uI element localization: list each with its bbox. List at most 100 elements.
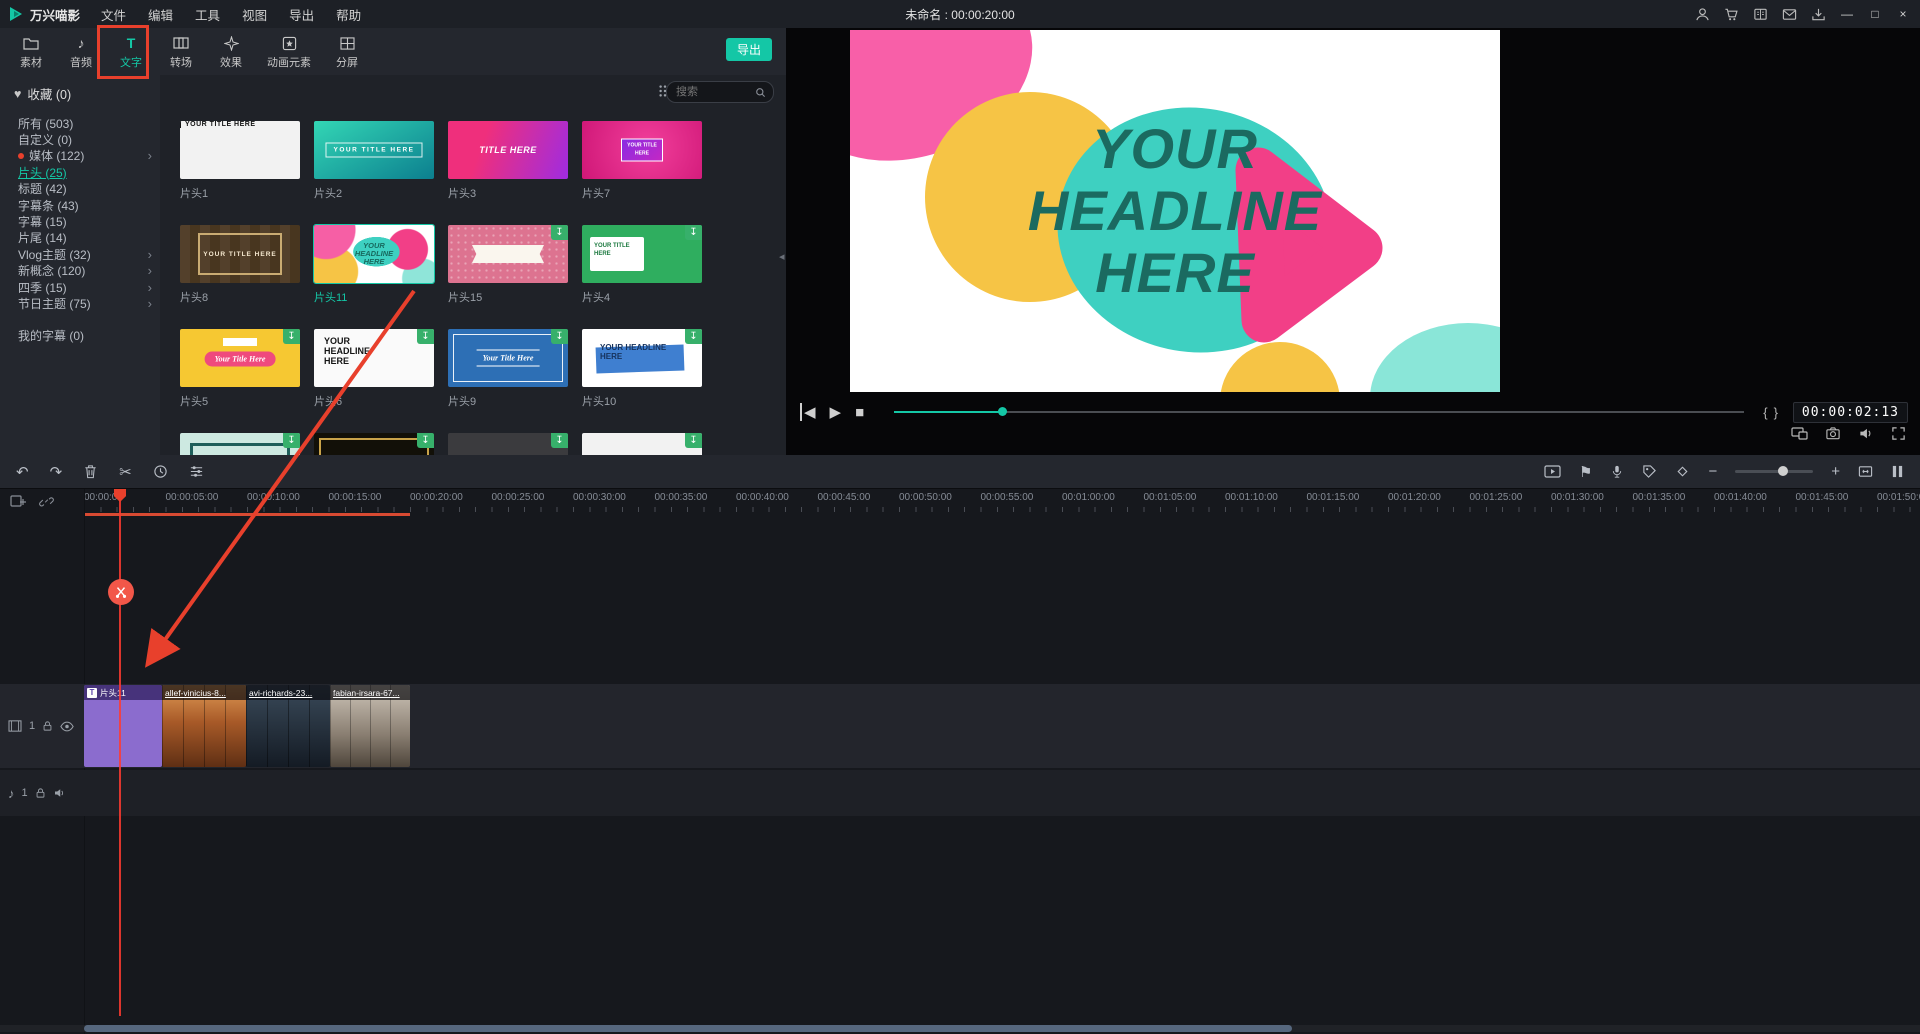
template-thumbnail[interactable]: TITLE HERE bbox=[448, 121, 568, 179]
split-cursor-icon[interactable] bbox=[108, 579, 134, 605]
search-box[interactable] bbox=[666, 81, 774, 103]
timeline-zoom-slider[interactable] bbox=[1735, 470, 1813, 473]
track-manager-icon[interactable] bbox=[1891, 464, 1904, 479]
timeline-scrollbar[interactable] bbox=[84, 1025, 1292, 1032]
undo-button[interactable]: ↶ bbox=[16, 463, 29, 481]
download-icon[interactable]: ↧ bbox=[417, 329, 434, 344]
template-thumbnail[interactable]: YOUR TITLE HERE bbox=[180, 225, 300, 283]
template-item[interactable]: TITLE HERE 片头3 bbox=[448, 121, 568, 201]
mark-out-icon[interactable]: } bbox=[1774, 405, 1778, 420]
template-thumbnail[interactable]: YOUR TITLE HERE ↧ bbox=[582, 225, 702, 283]
render-preview-icon[interactable] bbox=[1544, 464, 1561, 479]
template-thumbnail[interactable]: ↧ bbox=[180, 433, 300, 455]
voiceover-mic-icon[interactable] bbox=[1610, 464, 1624, 479]
template-thumbnail[interactable]: ↧ bbox=[314, 433, 434, 455]
template-item[interactable]: YOUR TITLE HERE 片头2 bbox=[314, 121, 434, 201]
template-thumbnail[interactable]: YOUR HEADLINE HERE bbox=[314, 225, 434, 283]
export-button[interactable]: 导出 bbox=[726, 38, 772, 61]
tab-elements[interactable]: 动画元素 bbox=[256, 33, 322, 70]
zoom-out-button[interactable]: − bbox=[1708, 463, 1717, 480]
tab-audio[interactable]: ♪ 音频 bbox=[56, 33, 106, 70]
tab-media[interactable]: 素材 bbox=[6, 33, 56, 70]
preview-scrubber[interactable] bbox=[894, 411, 1744, 413]
template-item[interactable]: YOUR TITLE HERE 片头8 bbox=[180, 225, 300, 305]
template-item[interactable]: YOUR TITLE HERE ↧ bbox=[448, 433, 568, 455]
mark-in-icon[interactable]: { bbox=[1763, 405, 1767, 420]
delete-trash-icon[interactable] bbox=[83, 464, 98, 479]
download-icon[interactable]: ↧ bbox=[685, 329, 702, 344]
sidebar-item[interactable]: 四季 (15) › bbox=[0, 279, 160, 295]
template-item[interactable]: ↧ bbox=[314, 433, 434, 455]
template-item[interactable]: ↧ bbox=[180, 433, 300, 455]
scrubber-handle[interactable] bbox=[998, 407, 1007, 416]
sidebar-item-favorites[interactable]: ♥ 收藏 (0) bbox=[0, 75, 160, 103]
sidebar-item[interactable]: 标题 (42) bbox=[0, 181, 160, 197]
fullscreen-icon[interactable] bbox=[1891, 426, 1906, 441]
download-icon[interactable]: ↧ bbox=[551, 329, 568, 344]
template-thumbnail[interactable]: Your Title Here ↧ bbox=[448, 329, 568, 387]
tutorial-book-icon[interactable] bbox=[1753, 7, 1768, 22]
menu-item[interactable]: 视图 bbox=[231, 5, 278, 24]
sidebar-item[interactable]: Vlog主题 (32) › bbox=[0, 246, 160, 262]
template-thumbnail[interactable]: YOUR HEADLINE HERE ↧ bbox=[582, 329, 702, 387]
display-switch-icon[interactable] bbox=[1791, 426, 1808, 441]
maximize-button[interactable]: □ bbox=[1868, 7, 1882, 21]
lock-icon[interactable] bbox=[35, 787, 46, 799]
template-item[interactable]: YOUR TITLE HERE 片头7 bbox=[582, 121, 702, 201]
marker-flag-icon[interactable]: ⚑ bbox=[1579, 463, 1592, 481]
zoom-in-button[interactable]: + bbox=[1831, 463, 1840, 480]
store-cart-icon[interactable] bbox=[1724, 7, 1739, 22]
close-button[interactable]: × bbox=[1896, 7, 1910, 21]
sidebar-item[interactable]: 片头 (25) bbox=[0, 164, 160, 180]
speaker-icon[interactable] bbox=[1858, 426, 1874, 441]
template-item[interactable]: ↧ 片头15 bbox=[448, 225, 568, 305]
mail-icon[interactable] bbox=[1782, 7, 1797, 22]
template-thumbnail[interactable]: YOUR TITLE ↧ bbox=[582, 433, 702, 455]
timeline-text-clip[interactable]: T 片头11 bbox=[84, 685, 162, 767]
tab-splitscreen[interactable]: 分屏 bbox=[322, 33, 372, 70]
sidebar-item[interactable]: 新概念 (120) › bbox=[0, 263, 160, 279]
sidebar-item[interactable]: 字幕条 (43) bbox=[0, 197, 160, 213]
add-to-track-icon[interactable] bbox=[10, 494, 26, 508]
template-thumbnail[interactable]: YOUR TITLE HERE bbox=[582, 121, 702, 179]
sidebar-item[interactable]: 自定义 (0) bbox=[0, 131, 160, 147]
sidebar-item[interactable]: 片尾 (14) bbox=[0, 230, 160, 246]
sidebar-item[interactable]: 媒体 (122) › bbox=[0, 148, 160, 164]
keyframe-icon[interactable] bbox=[1675, 464, 1690, 479]
template-thumbnail[interactable]: YOUR TITLE HERE bbox=[314, 121, 434, 179]
mute-speaker-icon[interactable] bbox=[53, 787, 66, 799]
user-account-icon[interactable] bbox=[1695, 7, 1710, 22]
download-icon[interactable]: ↧ bbox=[283, 329, 300, 344]
snapshot-camera-icon[interactable] bbox=[1825, 426, 1841, 441]
template-item[interactable]: YOUR HEADLINE HERE ↧ 片头10 bbox=[582, 329, 702, 409]
template-thumbnail[interactable]: YOUR TITLE HERE ↧ bbox=[448, 433, 568, 455]
lock-icon[interactable] bbox=[42, 720, 53, 732]
previous-frame-button[interactable]: ◀ bbox=[800, 403, 816, 421]
timeline-video-clip[interactable]: allef-vinicius-8... bbox=[162, 685, 246, 767]
play-button[interactable]: ▶ bbox=[830, 403, 842, 421]
download-icon[interactable]: ↧ bbox=[417, 433, 434, 448]
search-input[interactable] bbox=[674, 85, 751, 99]
download-icon[interactable]: ↧ bbox=[551, 225, 568, 240]
zoom-slider-handle[interactable] bbox=[1778, 466, 1788, 476]
playhead-line[interactable] bbox=[119, 489, 121, 1016]
template-item[interactable]: Your Title Here ↧ 片头9 bbox=[448, 329, 568, 409]
sidebar-item-my-subtitles[interactable]: 我的字幕 (0) bbox=[0, 327, 160, 344]
template-thumbnail[interactable]: Your Title Here ↧ bbox=[180, 329, 300, 387]
speed-clock-icon[interactable] bbox=[153, 464, 168, 479]
minimize-button[interactable]: — bbox=[1840, 7, 1854, 21]
redo-button[interactable]: ↷ bbox=[50, 463, 63, 481]
menu-item[interactable]: 工具 bbox=[184, 5, 231, 24]
download-icon[interactable]: ↧ bbox=[551, 433, 568, 448]
split-scissors-button[interactable]: ✂ bbox=[119, 463, 132, 481]
adjust-mixer-icon[interactable] bbox=[189, 464, 204, 479]
download-icon[interactable]: ↧ bbox=[685, 433, 702, 448]
template-item[interactable]: YOUR TITLE ↧ bbox=[582, 433, 702, 455]
link-clips-icon[interactable] bbox=[39, 494, 54, 508]
sidebar-item[interactable]: 节日主题 (75) › bbox=[0, 295, 160, 311]
menu-item[interactable]: 文件 bbox=[90, 5, 137, 24]
template-thumbnail[interactable]: ↧ bbox=[448, 225, 568, 283]
template-item[interactable]: YOUR HEADLINE HERE 片头11 bbox=[314, 225, 434, 305]
tab-text[interactable]: T 文字 bbox=[106, 33, 156, 70]
download-tray-icon[interactable] bbox=[1811, 7, 1826, 22]
